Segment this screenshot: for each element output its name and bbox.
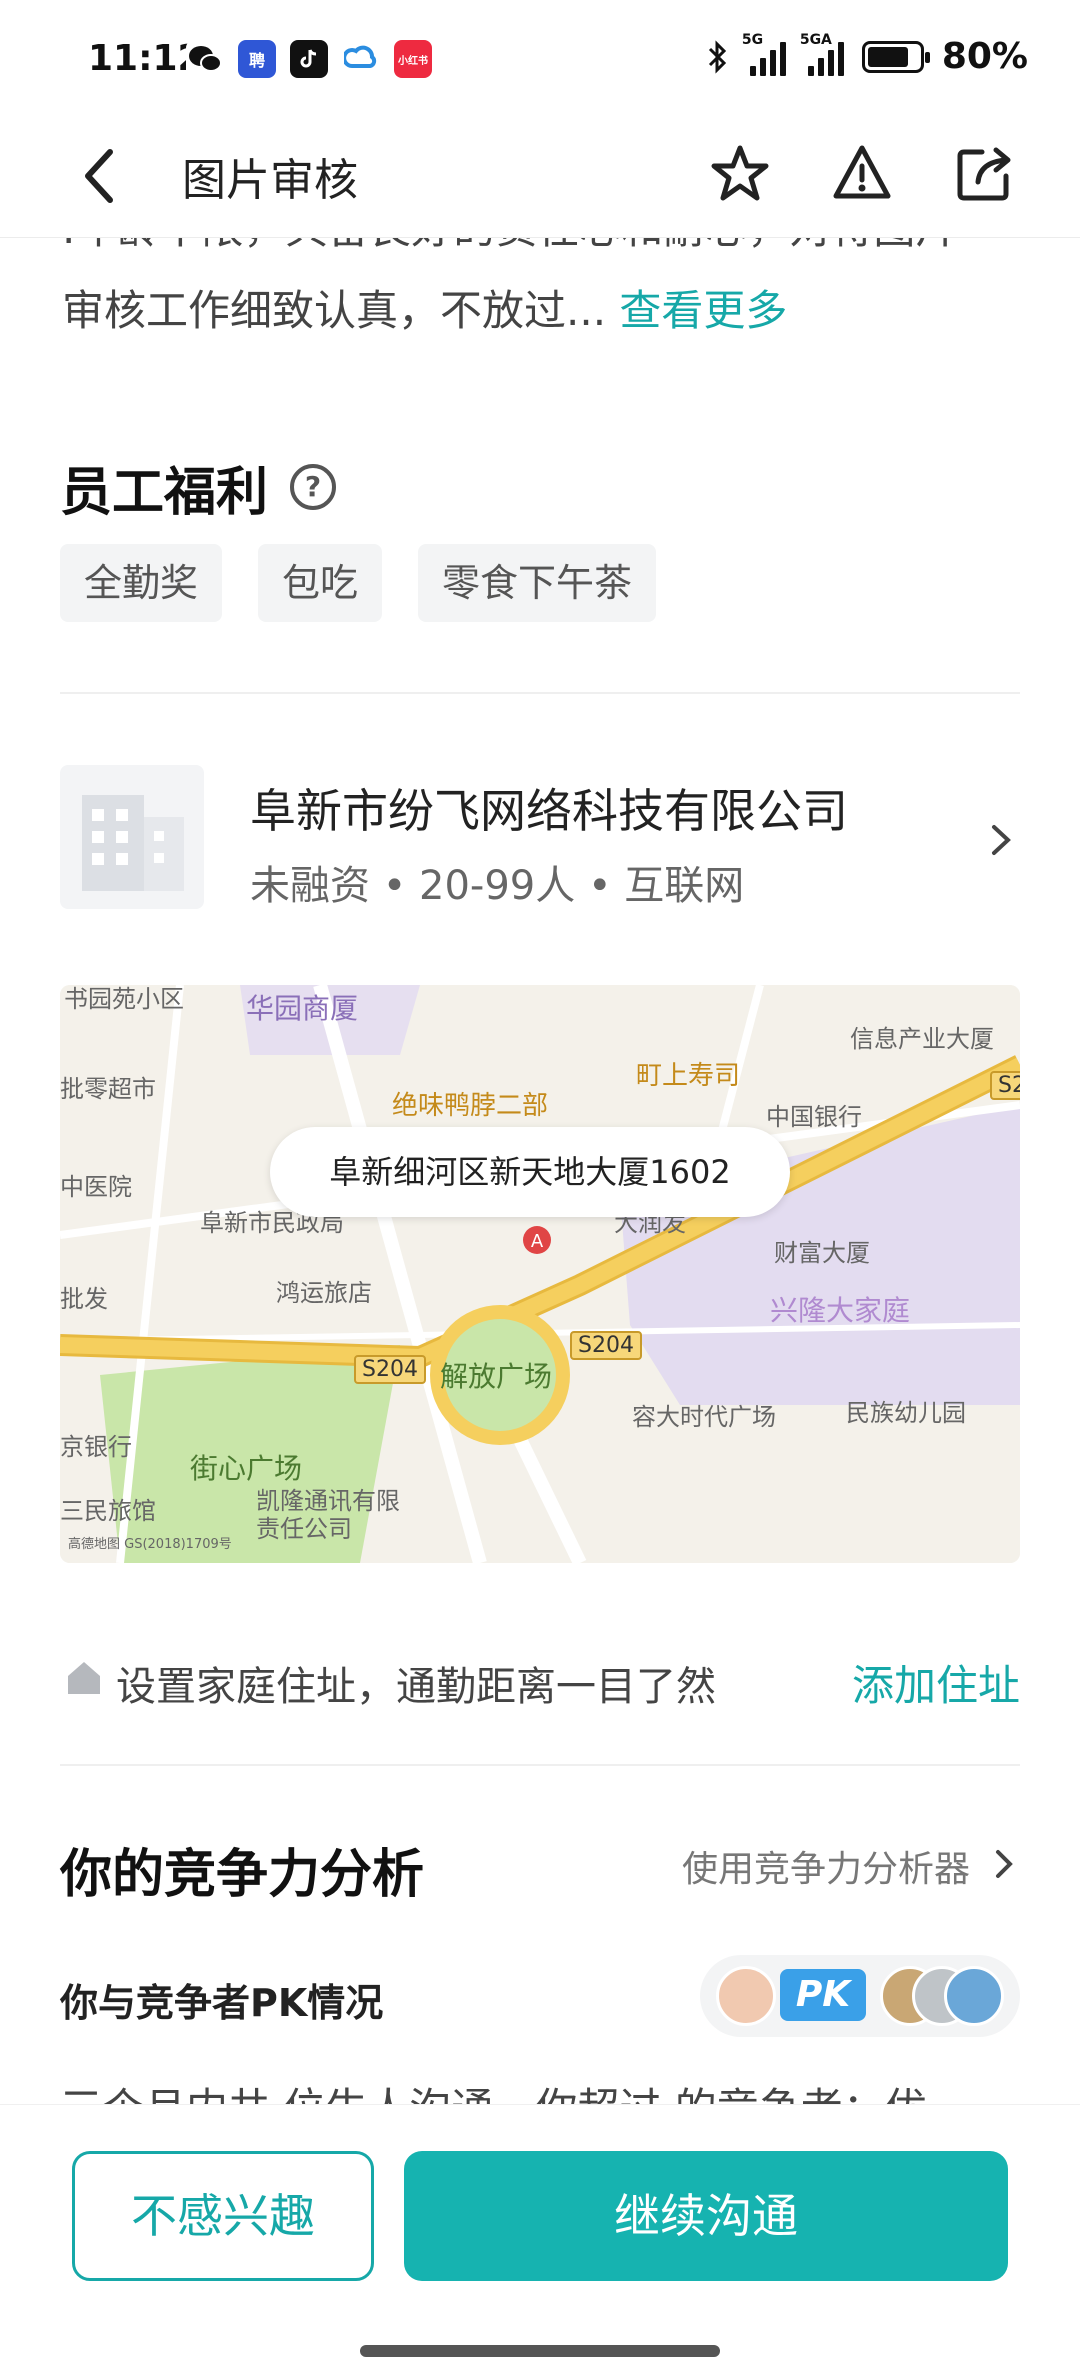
continue-chat-button[interactable]: 继续沟通 bbox=[404, 2151, 1008, 2281]
warning-icon[interactable] bbox=[822, 134, 902, 214]
job-description-cut: .年龄不限，具备良好的责任心和耐心，对待图片 bbox=[62, 238, 1022, 262]
home-address-row: 设置家庭住址，通勤距离一目了然 添加住址 bbox=[60, 1650, 1020, 1710]
road-tag: S204 bbox=[354, 1355, 426, 1384]
page-title: 图片审核 bbox=[182, 155, 358, 206]
cloud-icon bbox=[342, 40, 380, 78]
competition-analyzer-link[interactable]: 使用竞争力分析器 bbox=[682, 1840, 970, 1892]
divider bbox=[60, 692, 1020, 694]
map-label: 中医院 bbox=[60, 1173, 132, 1201]
map-label: 批零超市 bbox=[60, 1075, 156, 1103]
nav-bar: 图片审核 bbox=[0, 120, 1080, 238]
not-interested-button[interactable]: 不感兴趣 bbox=[72, 2151, 374, 2281]
status-bar: 11:12 聘 小红书 5G 5GA 80% bbox=[0, 0, 1080, 120]
network-label: 5GA bbox=[799, 31, 832, 48]
avatar bbox=[944, 1966, 1004, 2026]
network-label: 5G bbox=[741, 31, 764, 48]
map-copyright: 高德地图 GS(2018)1709号 bbox=[68, 1537, 232, 1552]
chevron-right-icon bbox=[980, 815, 1020, 865]
svg-text:A: A bbox=[531, 1231, 544, 1252]
map-label: 鸿运旅店 bbox=[276, 1279, 372, 1307]
map-label: 批发 bbox=[60, 1285, 108, 1313]
avatar bbox=[716, 1966, 776, 2026]
competition-title: 你的竞争力分析 bbox=[60, 1845, 425, 1905]
home-icon bbox=[64, 1658, 104, 1698]
company-building-icon bbox=[60, 765, 204, 909]
map-label: 容大时代广场 bbox=[632, 1403, 776, 1431]
benefit-tag: 零食下午茶 bbox=[418, 544, 657, 622]
pk-title: 你与竞争者PK情况 bbox=[60, 1981, 384, 2025]
address-bubble: 阜新细河区新天地大厦1602 bbox=[270, 1127, 790, 1217]
map-label: 京银行 bbox=[60, 1433, 132, 1461]
map-label: 华园商厦 bbox=[246, 992, 359, 1025]
job-description-text: 审核工作细致认真，不放过... bbox=[62, 286, 607, 335]
map-label: 书园苑小区 bbox=[64, 985, 184, 1013]
share-icon[interactable] bbox=[944, 134, 1024, 214]
company-name: 阜新市纷飞网络科技有限公司 bbox=[250, 784, 848, 838]
back-chevron-icon[interactable] bbox=[66, 136, 146, 216]
battery-fill bbox=[867, 46, 908, 67]
battery-icon bbox=[861, 40, 930, 73]
star-icon[interactable] bbox=[700, 134, 780, 214]
home-address-hint: 设置家庭住址，通勤距离一目了然 bbox=[116, 1664, 716, 1710]
job-description: 审核工作细致认真，不放过... 查看更多 bbox=[62, 280, 1022, 342]
help-icon[interactable]: ? bbox=[290, 464, 336, 510]
bluetooth-icon bbox=[708, 39, 726, 74]
xiaohongshu-icon: 小红书 bbox=[394, 40, 432, 78]
benefit-tags: 全勤奖 包吃 零食下午茶 bbox=[60, 544, 657, 622]
battery-percent: 80% bbox=[941, 36, 1028, 77]
zhaopin-icon: 聘 bbox=[238, 40, 276, 78]
benefit-tag: 包吃 bbox=[258, 544, 383, 622]
divider bbox=[60, 1764, 1020, 1766]
map-label: 街心广场 bbox=[190, 1452, 303, 1485]
road-tag: S2 bbox=[990, 1071, 1020, 1100]
location-map[interactable]: A 书园苑小区 华园商厦 信息产业大厦 町上寿司 批零超市 绝味鸭脖二部 中国银… bbox=[60, 985, 1020, 1563]
map-label: 兴隆大家庭 bbox=[770, 1294, 911, 1327]
view-more-link[interactable]: 查看更多 bbox=[619, 286, 787, 335]
tiktok-icon bbox=[290, 40, 328, 78]
map-label: 财富大厦 bbox=[774, 1239, 870, 1267]
map-label: 绝味鸭脖二部 bbox=[392, 1091, 549, 1121]
wechat-icon bbox=[186, 40, 224, 78]
pk-avatars[interactable]: PK bbox=[700, 1955, 1020, 2037]
map-label: 解放广场 bbox=[440, 1360, 553, 1393]
map-label: 三民旅馆 bbox=[60, 1497, 156, 1525]
pk-badge: PK bbox=[780, 1969, 866, 2021]
home-indicator[interactable] bbox=[360, 2345, 720, 2357]
map-label: 民族幼儿园 bbox=[846, 1399, 966, 1427]
chevron-right-icon bbox=[990, 1842, 1020, 1886]
benefit-tag: 全勤奖 bbox=[60, 544, 223, 622]
add-address-link[interactable]: 添加住址 bbox=[852, 1652, 1020, 1713]
signal-5ga-icon: 5GA bbox=[800, 32, 844, 76]
map-label: 凯隆通讯有限责任公司 bbox=[256, 1487, 400, 1543]
benefits-title: 员工福利 bbox=[60, 463, 269, 523]
status-app-icons: 聘 小红书 bbox=[186, 40, 432, 78]
map-label: 中国银行 bbox=[766, 1103, 862, 1131]
map-label: 町上寿司 bbox=[636, 1061, 741, 1091]
status-indicators: 5G 5GA 80% bbox=[706, 32, 1028, 77]
company-meta: 未融资 • 20-99人 • 互联网 bbox=[250, 863, 745, 909]
job-description-cut-text: .年龄不限，具备良好的责任心和耐心，对待图片 bbox=[62, 238, 1022, 260]
signal-5g-icon: 5G bbox=[742, 32, 786, 76]
company-card[interactable]: 阜新市纷飞网络科技有限公司 未融资 • 20-99人 • 互联网 bbox=[60, 765, 1020, 915]
bottom-action-bar: 不感兴趣 继续沟通 bbox=[0, 2104, 1080, 2374]
map-label: 信息产业大厦 bbox=[850, 1025, 994, 1053]
road-tag: S204 bbox=[570, 1331, 642, 1360]
